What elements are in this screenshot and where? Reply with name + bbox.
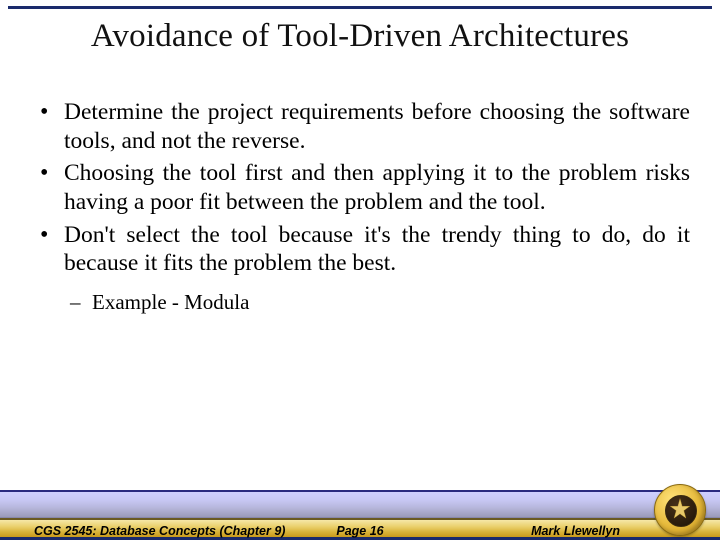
bullet-text: Don't select the tool because it's the t… — [64, 222, 690, 277]
ucf-logo — [654, 484, 706, 536]
footer: CGS 2545: Database Concepts (Chapter 9) … — [0, 490, 720, 540]
sub-bullet-list: Example - Modula — [64, 290, 690, 316]
sub-bullet-item: Example - Modula — [64, 290, 690, 316]
footer-upper-band — [0, 490, 720, 518]
pegasus-icon — [667, 496, 693, 522]
bullet-item: Don't select the tool because it's the t… — [36, 221, 690, 316]
footer-author: Mark Llewellyn — [531, 524, 620, 538]
slide-body: Determine the project requirements befor… — [36, 98, 690, 320]
bullet-list: Determine the project requirements befor… — [36, 98, 690, 316]
logo-outer-ring — [654, 484, 706, 536]
slide-title: Avoidance of Tool-Driven Architectures — [0, 18, 720, 55]
bullet-item: Choosing the tool first and then applyin… — [36, 159, 690, 216]
bullet-item: Determine the project requirements befor… — [36, 98, 690, 155]
footer-text-row: CGS 2545: Database Concepts (Chapter 9) … — [0, 522, 720, 540]
top-rule — [8, 6, 712, 9]
slide: Avoidance of Tool-Driven Architectures D… — [0, 0, 720, 540]
